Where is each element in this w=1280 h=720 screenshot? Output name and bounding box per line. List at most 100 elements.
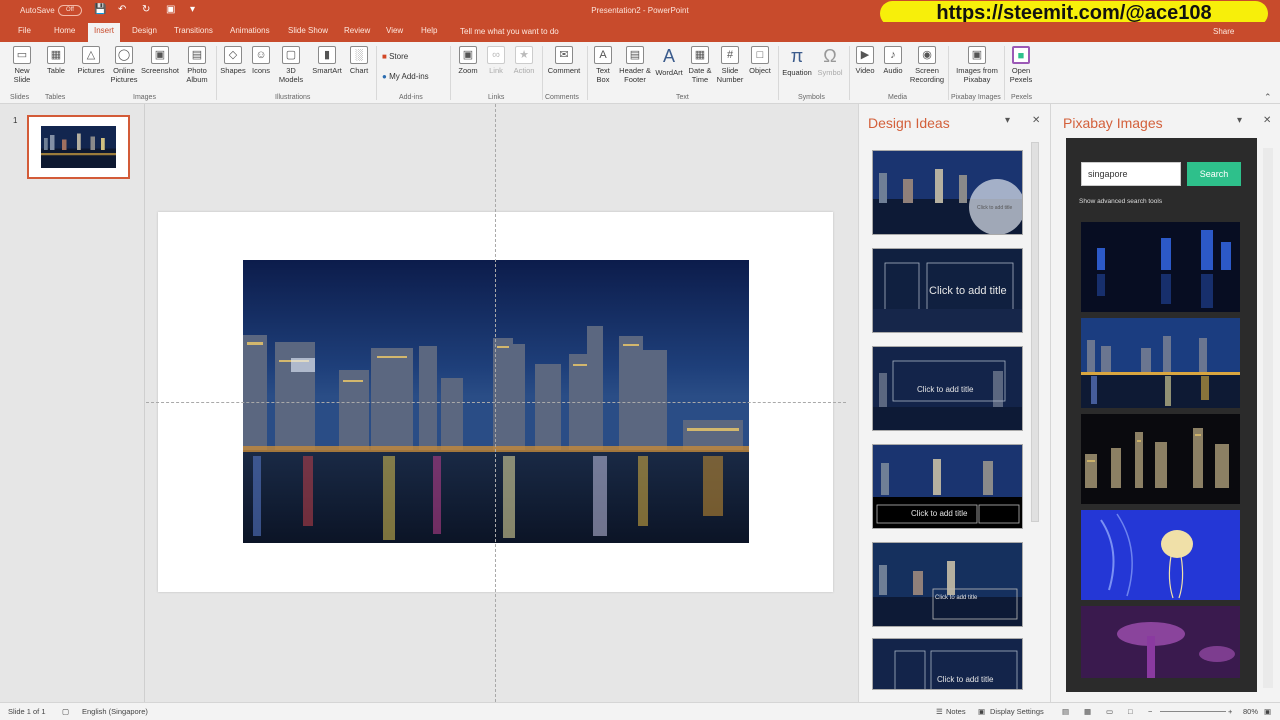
pixabay-result-5[interactable] <box>1081 606 1240 678</box>
header-footer-icon: ▤ <box>626 46 644 64</box>
group-separator <box>849 46 850 100</box>
images-from-pixabay-button[interactable]: ▣ Images from Pixabay <box>952 46 1002 84</box>
pixabay-result-1[interactable] <box>1081 222 1240 312</box>
group-label-comments: Comments <box>545 94 579 101</box>
group-separator <box>1004 46 1005 100</box>
omega-icon: Ω <box>823 46 837 66</box>
text-box-button[interactable]: A Text Box <box>590 46 616 84</box>
tab-design[interactable]: Design <box>132 26 157 35</box>
screen-recording-button[interactable]: ◉ Screen Recording <box>908 46 946 84</box>
pixabay-search-button[interactable]: Search <box>1187 162 1241 186</box>
spellcheck-icon[interactable]: ▢ <box>62 707 69 716</box>
display-settings-button[interactable]: Display Settings <box>990 707 1044 716</box>
present-icon[interactable]: ▣ <box>166 4 178 16</box>
zoom-slider[interactable] <box>1160 711 1226 712</box>
language-indicator[interactable]: English (Singapore) <box>82 707 148 716</box>
reading-view-icon[interactable]: ▭ <box>1106 707 1113 716</box>
3d-models-button[interactable]: ▢ 3D Models <box>276 46 306 84</box>
pixabay-scrollbar[interactable] <box>1263 148 1273 688</box>
design-idea-4[interactable]: Click to add title <box>872 444 1023 529</box>
save-icon[interactable]: 💾 <box>94 4 106 16</box>
table-button[interactable]: ▦ Table <box>44 46 68 75</box>
slide-number-icon: # <box>721 46 739 64</box>
notes-button[interactable]: Notes <box>946 707 966 716</box>
zoom-out-icon[interactable]: − <box>1148 707 1152 716</box>
tell-me-search[interactable]: Tell me what you want to do <box>460 27 559 36</box>
icons-button[interactable]: ☺ Icons <box>250 46 272 75</box>
tab-help[interactable]: Help <box>421 26 437 35</box>
new-slide-button[interactable]: ▭ New Slide <box>8 46 36 84</box>
tab-file[interactable]: File <box>18 26 31 35</box>
tab-transitions[interactable]: Transitions <box>174 26 213 35</box>
advanced-search-link[interactable]: Show advanced search tools <box>1079 198 1162 205</box>
chart-button[interactable]: ░ Chart <box>346 46 372 75</box>
slideshow-icon[interactable]: □ <box>1128 707 1133 716</box>
pictures-button[interactable]: △ Pictures <box>76 46 106 75</box>
redo-icon[interactable]: ↻ <box>142 4 154 16</box>
pixabay-result-3[interactable] <box>1081 414 1240 504</box>
wordart-button[interactable]: A WordArt <box>652 46 686 77</box>
open-pexels-button[interactable]: ■ Open Pexels <box>1006 46 1036 84</box>
pane-options-icon[interactable]: ▾ <box>1005 115 1010 126</box>
header-footer-button[interactable]: ▤ Header & Footer <box>618 46 652 84</box>
slide-sorter-icon[interactable]: ▦ <box>1084 707 1091 716</box>
tab-home[interactable]: Home <box>54 26 75 35</box>
my-addins-button[interactable]: ● My Add-ins <box>382 72 429 81</box>
slide-thumbnail[interactable] <box>27 115 130 179</box>
object-button[interactable]: □ Object <box>746 46 774 75</box>
design-idea-2[interactable]: Click to add title <box>872 248 1023 333</box>
tab-insert[interactable]: Insert <box>88 23 121 42</box>
audio-button[interactable]: ♪ Audio <box>880 46 906 75</box>
screenshot-icon: ▣ <box>151 46 169 64</box>
screenshot-button[interactable]: ▣ Screenshot <box>140 46 180 75</box>
normal-view-icon[interactable]: ▤ <box>1062 707 1069 716</box>
pixabay-search-input[interactable]: singapore <box>1081 162 1181 186</box>
video-button[interactable]: ▶ Video <box>852 46 878 75</box>
customize-qat-icon[interactable]: ▾ <box>190 4 202 16</box>
slide-number-button[interactable]: # Slide Number <box>716 46 744 84</box>
pane-options-icon[interactable]: ▾ <box>1237 115 1242 126</box>
undo-icon[interactable]: ↶ <box>118 4 130 16</box>
design-idea-1[interactable]: Click to add title <box>872 150 1023 235</box>
link-button[interactable]: ∞ Link <box>484 46 508 75</box>
tab-animations[interactable]: Animations <box>230 26 270 35</box>
zoom-button[interactable]: ▣ Zoom <box>455 46 481 75</box>
autosave-toggle[interactable]: Off <box>58 5 82 16</box>
design-idea-1-image <box>873 151 1022 234</box>
pixabay-result-4[interactable] <box>1081 510 1240 600</box>
pixabay-result-2[interactable] <box>1081 318 1240 408</box>
design-idea-6[interactable]: Click to add title <box>872 638 1023 690</box>
close-icon[interactable]: ✕ <box>1032 115 1040 126</box>
action-button[interactable]: ★ Action <box>510 46 538 75</box>
collapse-ribbon-icon[interactable]: ⌃ <box>1264 92 1272 103</box>
comment-button[interactable]: ✉ Comment <box>545 46 583 75</box>
zoom-level[interactable]: 80% <box>1243 707 1258 716</box>
group-label-links: Links <box>488 94 505 101</box>
tab-view[interactable]: View <box>386 26 403 35</box>
vertical-guide[interactable] <box>495 104 496 702</box>
design-idea-3[interactable]: Click to add title <box>872 346 1023 431</box>
fit-slide-icon[interactable]: ▣ <box>1264 707 1271 716</box>
zoom-in-icon[interactable]: + <box>1228 707 1232 716</box>
tab-slide-show[interactable]: Slide Show <box>288 26 328 35</box>
design-idea-5[interactable]: Click to add title <box>872 542 1023 627</box>
close-icon[interactable]: ✕ <box>1263 115 1271 126</box>
symbol-button[interactable]: Ω Symbol <box>815 46 845 77</box>
pexels-icon: ■ <box>1012 46 1030 64</box>
design-ideas-scrollbar[interactable] <box>1031 142 1039 522</box>
addins-icon: ● <box>382 72 387 81</box>
date-time-button[interactable]: ▦ Date & Time <box>686 46 714 84</box>
shapes-button[interactable]: ◇ Shapes <box>220 46 246 75</box>
slide-editing-area[interactable] <box>146 104 858 702</box>
photo-album-button[interactable]: ▤ Photo Album <box>182 46 212 84</box>
share-button[interactable]: Share <box>1213 27 1234 36</box>
smartart-button[interactable]: ▮ SmartArt <box>310 46 344 75</box>
store-button[interactable]: ■ Store <box>382 52 408 61</box>
slide-thumbnails-pane: 1 <box>0 104 145 702</box>
notes-icon: ☰ <box>936 707 943 716</box>
horizontal-guide[interactable] <box>146 402 846 403</box>
online-pictures-button[interactable]: ◯ Online Pictures <box>110 46 138 84</box>
wordart-icon: A <box>662 46 675 66</box>
equation-button[interactable]: π Equation <box>780 46 814 77</box>
tab-review[interactable]: Review <box>344 26 370 35</box>
